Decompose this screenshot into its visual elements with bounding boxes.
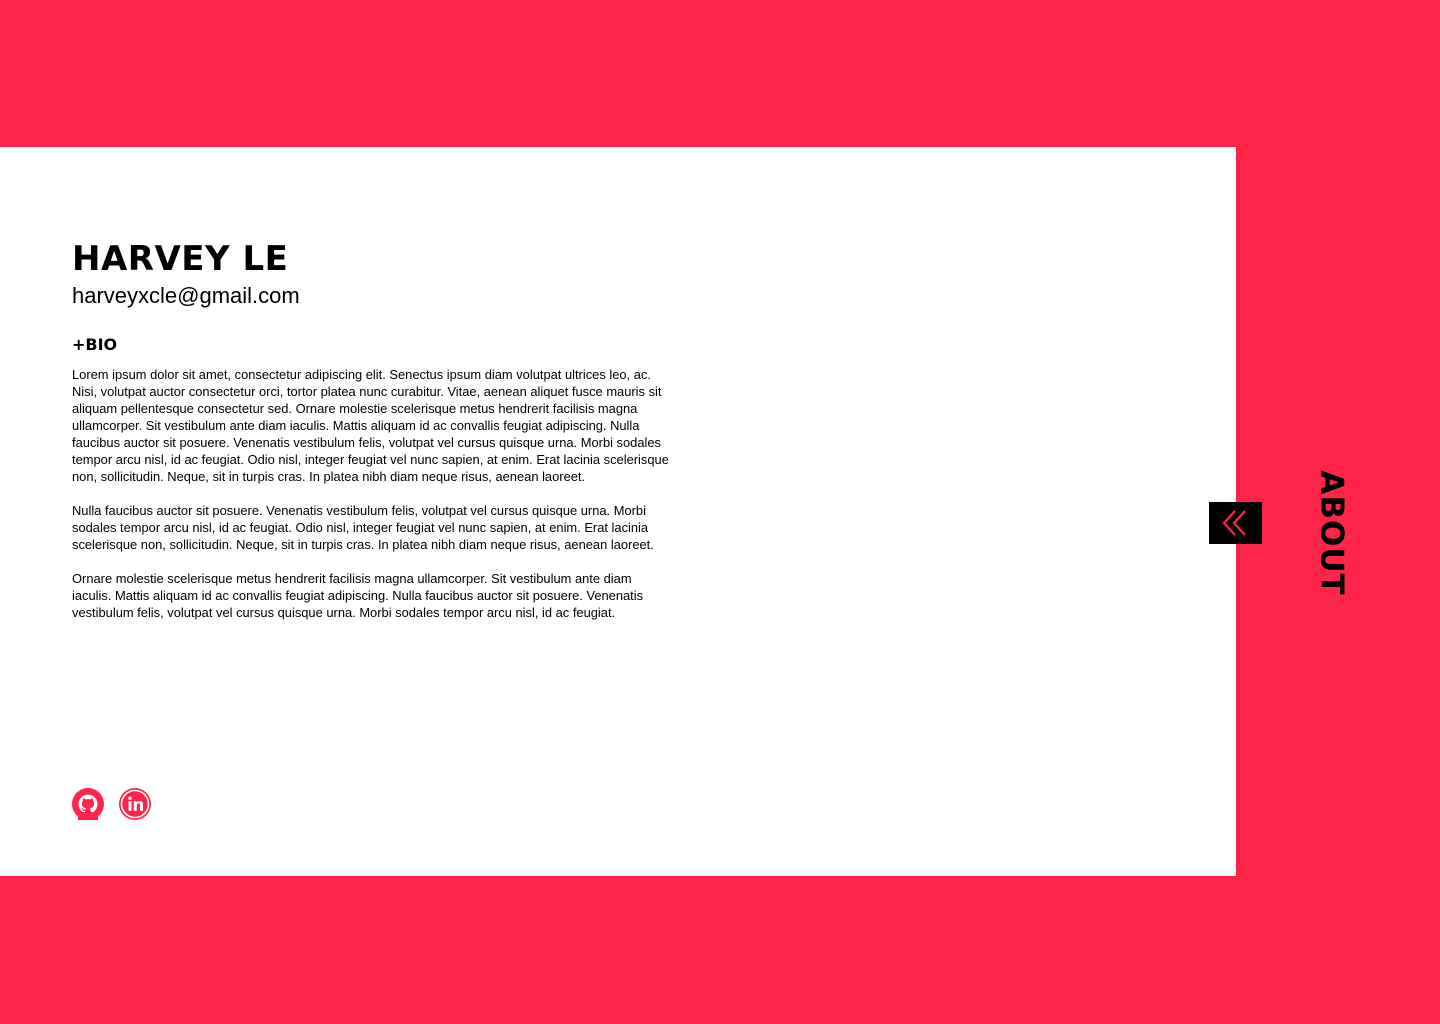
profile-name: HARVEY LE [72,239,289,279]
bio-paragraph: Ornare molestie scelerisque metus hendre… [72,571,644,620]
bio-text: Lorem ipsum dolor sit amet, consectetur … [72,366,672,638]
github-icon [72,788,104,820]
bio-heading: +BIO [72,335,118,354]
bio-paragraph: Lorem ipsum dolor sit amet, consectetur … [72,367,669,484]
social-links [72,788,151,820]
double-chevron-left-icon [1222,510,1246,536]
github-link[interactable] [72,788,104,820]
about-tab[interactable]: ABOUT [1312,462,1352,604]
linkedin-link[interactable] [119,788,151,820]
about-tab-label: ABOUT [1314,470,1351,596]
bio-paragraph: Nulla faucibus auctor sit posuere. Venen… [72,503,654,552]
linkedin-icon [119,788,151,820]
profile-email: harveyxcle@gmail.com [72,283,300,308]
collapse-panel-button[interactable] [1209,502,1262,544]
